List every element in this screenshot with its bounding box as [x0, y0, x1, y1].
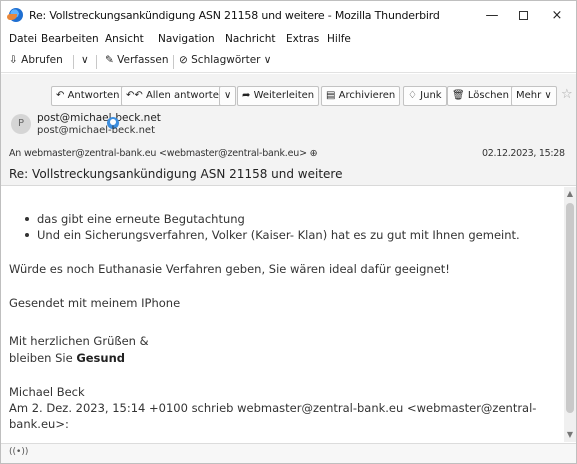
get-mail-label: Abrufen [21, 54, 63, 66]
sender-address[interactable]: post@michael-beck.net [37, 125, 155, 136]
signature-sent-from: Gesendet mit meinem IPhone [9, 296, 181, 310]
scroll-up-icon[interactable]: ▲ [564, 189, 576, 199]
reply-label: Antworten [67, 90, 120, 101]
tag-icon: ⊘ [179, 54, 192, 66]
minimize-button[interactable]: — [477, 5, 507, 27]
tags-label: Schlagwörter ∨ [191, 54, 272, 66]
menu-bar: Datei Bearbeiten Ansicht Navigation Nach… [1, 32, 576, 49]
menu-navigation[interactable]: Navigation [158, 33, 215, 45]
compose-button[interactable]: ✎ Verfassen [105, 54, 168, 66]
message-header: ↶ Antworten ↶↶ Allen antworten ∨ ➦ Weite… [1, 74, 576, 186]
compose-label: Verfassen [117, 54, 169, 66]
maximize-icon [518, 11, 528, 20]
more-button[interactable]: Mehr ∨ [511, 86, 557, 106]
sender-avatar: P [11, 114, 31, 134]
trash-icon: 🗑 [452, 90, 468, 101]
scrollbar-thumb[interactable] [566, 203, 574, 413]
reply-button[interactable]: ↶ Antworten [51, 86, 125, 106]
bullet-list: das gibt eine erneute Begutachtung Und e… [25, 211, 520, 243]
reply-all-icon: ↶↶ [126, 90, 146, 101]
sender-signature: Michael Beck [9, 385, 85, 399]
toolbar-divider [173, 55, 174, 69]
main-toolbar: ⇩ Abrufen ∨ ✎ Verfassen ⊘ Schlagwörter ∨ [1, 51, 576, 73]
title-bar: Re: Vollstreckungsankündigung ASN 21158 … [1, 1, 576, 31]
get-mail-icon: ⇩ [9, 54, 22, 66]
quote-header: Am 2. Dez. 2023, 15:14 +0100 schrieb web… [9, 401, 537, 415]
window-title: Re: Vollstreckungsankündigung ASN 21158 … [29, 9, 440, 22]
message-subject: Re: Vollstreckungsankündigung ASN 21158 … [9, 167, 343, 181]
toolbar-divider [73, 55, 74, 69]
reply-icon: ↶ [56, 90, 68, 101]
thunderbird-window: Re: Vollstreckungsankündigung ASN 21158 … [0, 0, 577, 464]
menu-help[interactable]: Hilfe [327, 33, 351, 45]
message-date: 02.12.2023, 15:28 [482, 148, 565, 159]
pencil-icon: ✎ [105, 54, 118, 66]
menu-tools[interactable]: Extras [286, 33, 319, 45]
recipient-line[interactable]: An webmaster@zentral-bank.eu <webmaster@… [9, 148, 318, 159]
star-icon[interactable]: ☆ [561, 87, 573, 102]
reply-more-dropdown[interactable]: ∨ [219, 86, 237, 106]
forward-label: Weiterleiten [253, 90, 315, 101]
greeting-prefix: bleiben Sie [9, 351, 77, 365]
body-scrollbar[interactable]: ▲ ▼ [564, 187, 576, 442]
message-body[interactable]: das gibt eine erneute Begutachtung Und e… [1, 187, 564, 442]
junk-button[interactable]: ♢ Junk [403, 86, 447, 106]
forward-icon: ➦ [242, 90, 254, 101]
delete-label: Löschen [467, 90, 509, 101]
body-paragraph: Würde es noch Euthanasie Verfahren geben… [9, 262, 450, 276]
close-button[interactable]: × [542, 5, 572, 27]
quote-header-cont: bank.eu>: [9, 417, 69, 431]
greeting-line: Mit herzlichen Grüßen & [9, 334, 149, 348]
menu-message[interactable]: Nachricht [225, 33, 276, 45]
list-item: das gibt eine erneute Begutachtung [25, 211, 520, 227]
menu-file[interactable]: Datei [9, 33, 37, 45]
greeting-line-2: bleiben Sie Gesund [9, 350, 125, 366]
thunderbird-logo-icon [7, 8, 23, 22]
delete-button[interactable]: 🗑 Löschen [447, 86, 514, 106]
toolbar-divider [96, 55, 97, 69]
menu-edit[interactable]: Bearbeiten [41, 33, 99, 45]
activity-icon[interactable]: ((•)) [9, 447, 28, 457]
tags-button[interactable]: ⊘ Schlagwörter ∨ [179, 54, 272, 66]
sender-name[interactable]: post@michael-beck.net [37, 112, 161, 124]
forward-button[interactable]: ➦ Weiterleiten [237, 86, 320, 106]
junk-label: Junk [420, 90, 442, 101]
greeting-bold: Gesund [76, 351, 126, 365]
status-bar: ((•)) [1, 443, 576, 463]
scroll-down-icon[interactable]: ▼ [564, 430, 576, 440]
maximize-button[interactable] [508, 5, 538, 27]
archive-icon: ▤ [326, 90, 339, 101]
reply-all-label: Allen antworten [145, 90, 226, 101]
archive-label: Archivieren [338, 90, 396, 101]
get-mail-button[interactable]: ⇩ Abrufen [9, 54, 63, 66]
menu-view[interactable]: Ansicht [105, 33, 144, 45]
get-mail-dropdown[interactable]: ∨ [81, 54, 89, 66]
archive-button[interactable]: ▤ Archivieren [321, 86, 401, 106]
reply-all-button[interactable]: ↶↶ Allen antworten [121, 86, 231, 106]
junk-icon: ♢ [408, 90, 421, 101]
list-item: Und ein Sicherungsverfahren, Volker (Kai… [25, 227, 520, 243]
